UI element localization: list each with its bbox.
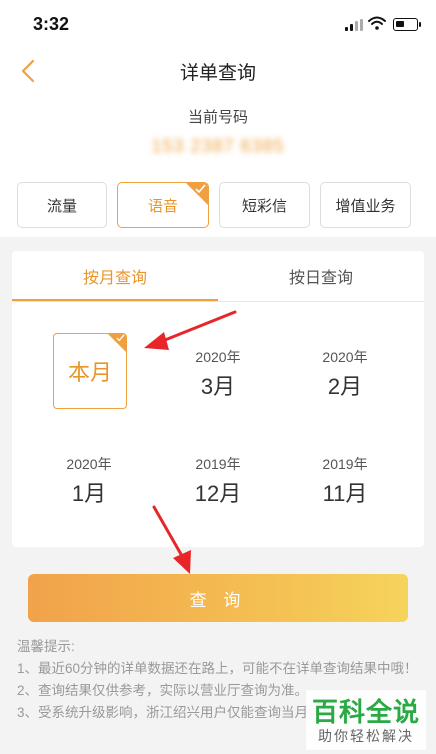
month-current[interactable]: 本月: [53, 333, 127, 409]
annotation-arrow-icon: [152, 505, 191, 574]
tab-sms[interactable]: 短彩信: [219, 182, 310, 228]
month-current-label: 本月: [67, 360, 112, 385]
tab-label: 流量: [46, 197, 77, 215]
check-icon: [116, 334, 125, 342]
tab-by-day[interactable]: 按日查询: [218, 251, 424, 301]
tab-label: 短彩信: [241, 197, 287, 215]
watermark-subtitle: 助你轻松解决: [318, 728, 414, 744]
month-panel: 按月查询 按日查询 本月 2020年 3月 2020年 2月 2020年 1月 …: [12, 251, 424, 547]
month-month: 1月: [71, 481, 107, 506]
month-item[interactable]: 2020年 1月: [44, 454, 134, 508]
month-year: 2020年: [322, 349, 368, 365]
month-month: 11月: [322, 481, 368, 506]
watermark: 百科全说 助你轻松解决: [306, 690, 426, 750]
tips-heading: 温馨提示:: [17, 639, 75, 654]
tab-label: 语音: [147, 197, 178, 215]
tab-label: 增值业务: [335, 197, 396, 215]
month-year: 2019年: [322, 456, 368, 472]
wifi-icon: [368, 16, 386, 30]
month-month: 3月: [200, 374, 236, 399]
tab-by-month[interactable]: 按月查询: [12, 251, 218, 301]
tab-voice[interactable]: 语音: [117, 182, 209, 228]
month-item[interactable]: 2019年 11月: [300, 454, 390, 508]
month-month: 2月: [327, 374, 363, 399]
divider: [12, 301, 424, 302]
phone-number: 153 2387 6385: [151, 136, 285, 156]
query-button[interactable]: 查 询: [28, 574, 408, 622]
month-year: 2020年: [66, 456, 112, 472]
status-bar: 3:32: [0, 0, 436, 50]
check-icon: [195, 184, 206, 194]
number-label: 当前号码: [187, 109, 248, 126]
signal-icon: [345, 19, 363, 31]
tab-data[interactable]: 流量: [17, 182, 107, 228]
annotation-arrow-icon: [144, 310, 237, 350]
month-item[interactable]: 2020年 2月: [300, 347, 390, 401]
tab-value-added[interactable]: 增值业务: [320, 182, 411, 228]
page-title: 详单查询: [179, 63, 256, 84]
battery-icon: [393, 18, 421, 31]
tips-line: 1、最近60分钟的详单数据还在路上，可能不在详单查询结果中哦！: [17, 661, 418, 676]
month-item[interactable]: 2019年 12月: [173, 454, 263, 508]
watermark-title: 百科全说: [312, 697, 421, 727]
month-year: 2019年: [195, 456, 241, 472]
status-time: 3:32: [33, 14, 70, 34]
